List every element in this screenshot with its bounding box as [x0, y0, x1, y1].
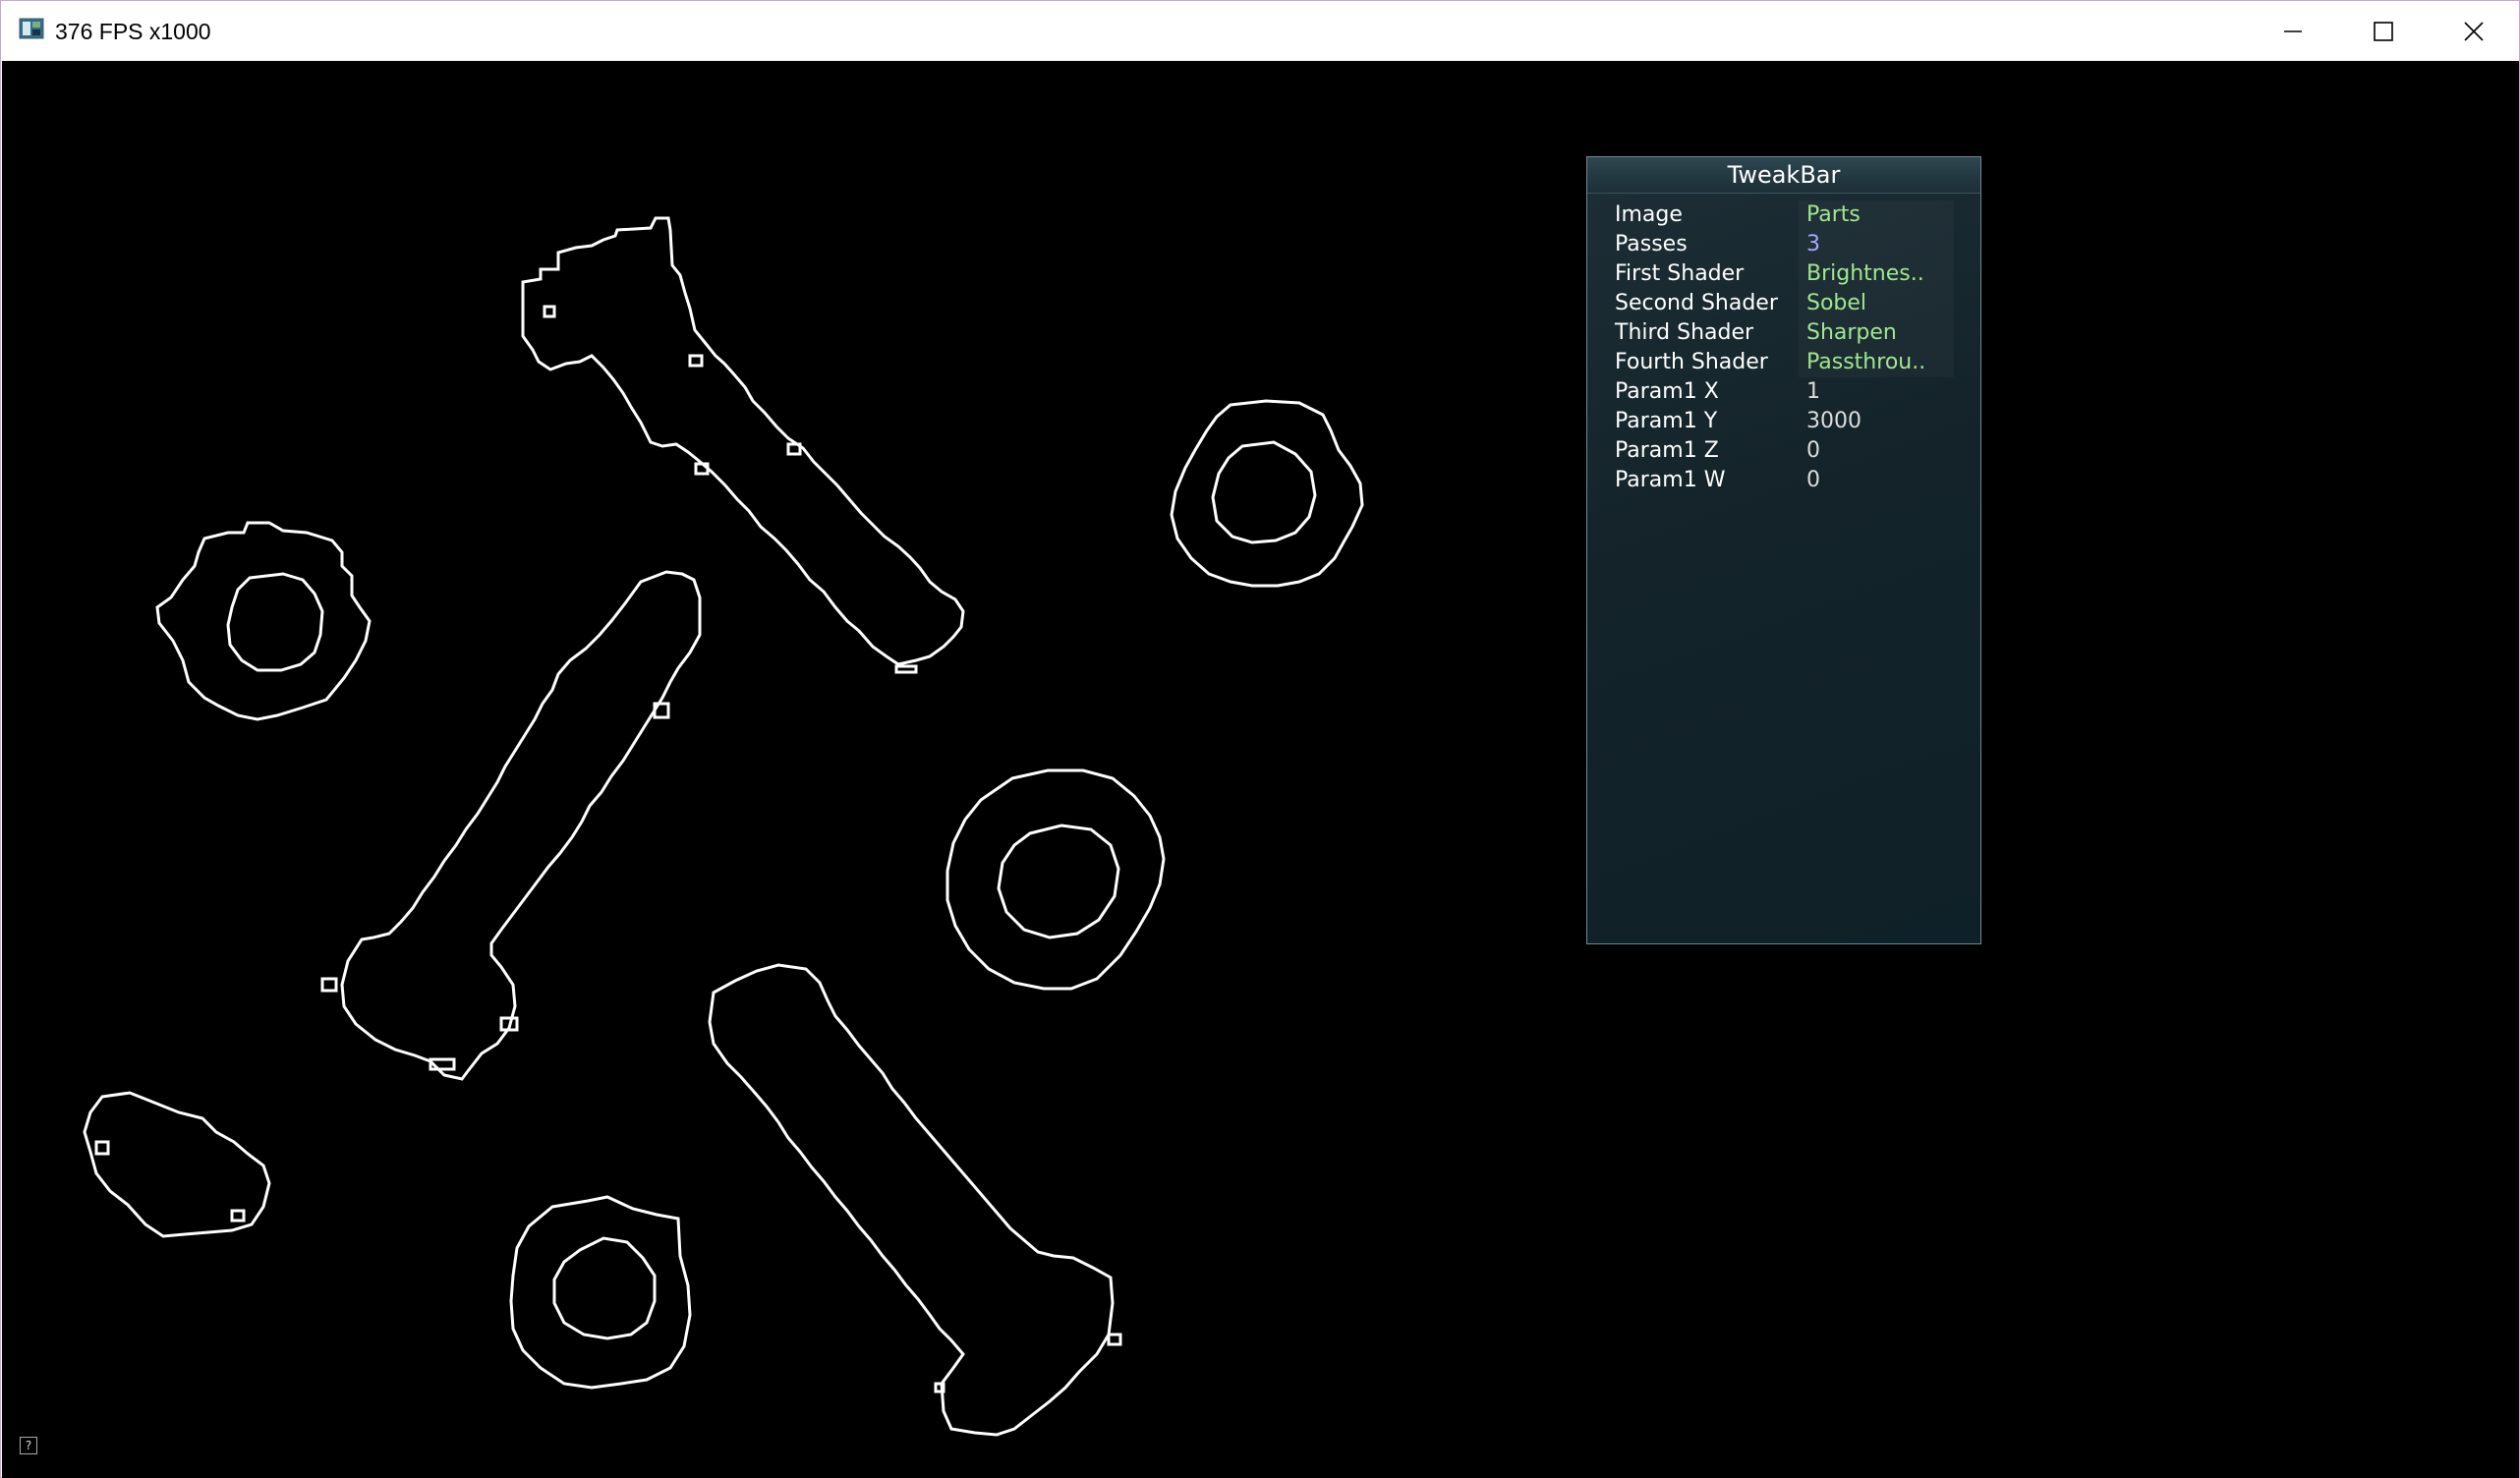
window-title: 376 FPS x1000 — [55, 19, 211, 44]
close-button[interactable] — [2429, 1, 2519, 61]
small-part-outline — [83, 1091, 271, 1238]
param-label: Second Shader — [1615, 291, 1778, 315]
maximize-button[interactable] — [2338, 1, 2429, 61]
param-value[interactable]: 0 — [1799, 436, 1954, 466]
tweakbar-row-passes[interactable]: Passes 3 — [1587, 230, 1980, 259]
title-bar[interactable]: 376 FPS x1000 — [1, 1, 2519, 61]
gear-outline — [155, 521, 372, 721]
wrench-outline — [521, 216, 965, 674]
param-label: Image — [1615, 202, 1683, 227]
tweakbar-row-second-shader[interactable]: Second Shader Sobel — [1587, 289, 1980, 318]
app-window-icon — [19, 17, 46, 42]
param-value[interactable]: 3 — [1799, 230, 1954, 259]
param-value[interactable]: Passthrou.. — [1799, 348, 1954, 377]
app-window: 376 FPS x1000 ? TweakBar Image Parts Pas… — [0, 0, 2520, 1478]
minimize-icon — [2284, 29, 2302, 32]
tweakbar-parameter-list: Image Parts Passes 3 First Shader Bright… — [1587, 200, 1980, 495]
maximize-icon — [2374, 21, 2393, 41]
render-viewport[interactable]: ? — [2, 61, 2519, 1478]
param-value[interactable]: Sharpen — [1799, 318, 1954, 348]
param-label: Passes — [1615, 232, 1688, 256]
edge-detected-parts-image — [83, 216, 1364, 1437]
param-label: Param1 Y — [1615, 409, 1718, 433]
help-icon[interactable]: ? — [20, 1437, 37, 1454]
close-icon — [2464, 21, 2484, 41]
tweakbar-row-fourth-shader[interactable]: Fourth Shader Passthrou.. — [1587, 348, 1980, 377]
gear-outline — [1170, 399, 1364, 588]
param-label: Third Shader — [1615, 320, 1754, 345]
param-label: Fourth Shader — [1615, 350, 1768, 374]
tweakbar-row-param1-w[interactable]: Param1 W 0 — [1587, 466, 1980, 495]
param-label: Param1 Z — [1615, 438, 1719, 463]
gear-outline — [945, 768, 1166, 991]
tweakbar-row-third-shader[interactable]: Third Shader Sharpen — [1587, 318, 1980, 348]
param-label: Param1 W — [1615, 468, 1726, 492]
param-label: First Shader — [1615, 261, 1745, 286]
tweakbar-row-image[interactable]: Image Parts — [1587, 200, 1980, 230]
wrench-outline — [320, 570, 702, 1081]
tweakbar-panel[interactable]: TweakBar Image Parts Passes 3 First Shad… — [1586, 156, 1981, 944]
minimize-button[interactable] — [2248, 1, 2338, 61]
wrench-outline — [708, 963, 1122, 1437]
tweakbar-row-first-shader[interactable]: First Shader Brightnes.. — [1587, 259, 1980, 289]
tweakbar-row-param1-z[interactable]: Param1 Z 0 — [1587, 436, 1980, 466]
param-label: Param1 X — [1615, 379, 1719, 404]
param-value[interactable]: 1 — [1799, 377, 1954, 407]
gear-outline — [509, 1195, 692, 1390]
param-value[interactable]: Parts — [1799, 200, 1954, 230]
param-value[interactable]: 0 — [1799, 466, 1954, 495]
param-value[interactable]: Brightnes.. — [1799, 259, 1954, 289]
tweakbar-title[interactable]: TweakBar — [1587, 157, 1980, 194]
param-value[interactable]: 3000 — [1799, 407, 1954, 436]
tweakbar-row-param1-x[interactable]: Param1 X 1 — [1587, 377, 1980, 407]
param-value[interactable]: Sobel — [1799, 289, 1954, 318]
tweakbar-row-param1-y[interactable]: Param1 Y 3000 — [1587, 407, 1980, 436]
